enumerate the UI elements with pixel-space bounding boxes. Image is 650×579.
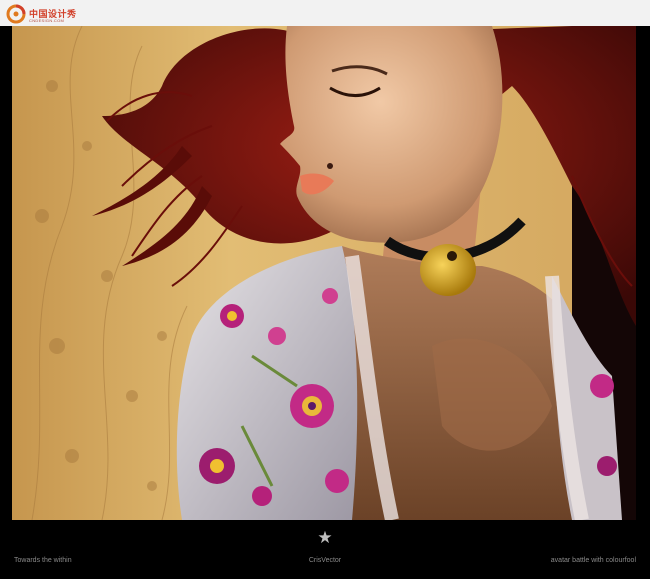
watermark-subtitle: CNDESIGN.COM: [29, 18, 65, 23]
illustration: [12, 26, 636, 520]
site-logo: 中国设计秀 CNDESIGN.COM: [6, 3, 78, 25]
portrait-illustration: [12, 26, 636, 520]
logo-mark-icon: [6, 4, 26, 24]
watermark-bar: 中国设计秀 CNDESIGN.COM: [0, 0, 650, 26]
star-icon[interactable]: ★: [0, 530, 650, 547]
caption-bar: ★ Towards the within CrisVector avatar b…: [0, 520, 650, 579]
description-caption: avatar battle with colourfool: [550, 557, 636, 564]
